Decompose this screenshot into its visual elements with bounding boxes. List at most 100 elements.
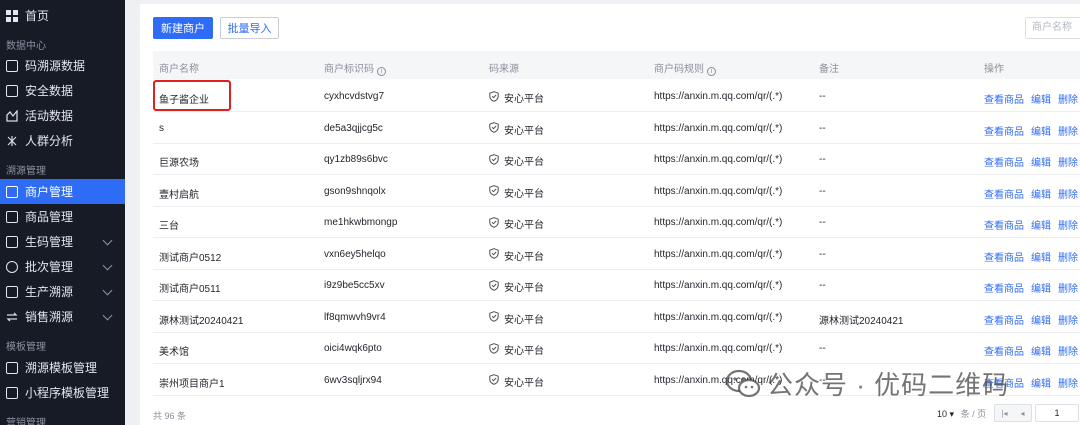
code-rule: https://anxin.m.qq.com/qr/(.*)	[654, 91, 783, 102]
table-row: 鱼子酱企业 cyxhcvdstvg7 安心平台 https://anxin.m.qq.…	[153, 81, 1080, 112]
sidebar-item-batch-management[interactable]: 批次管理	[0, 254, 125, 279]
sidebar-item-activity-data[interactable]: 活动数据	[0, 103, 125, 128]
merchant-code: oici4wqk6pto	[324, 343, 382, 354]
view-goods-link[interactable]: 查看商品	[984, 221, 1024, 232]
code-source: 安心平台	[489, 342, 544, 357]
code-source: 安心平台	[489, 311, 544, 326]
delete-link[interactable]: 删除	[1058, 253, 1078, 264]
code-source: 安心平台	[489, 153, 544, 168]
merchant-name: 三台	[159, 221, 179, 232]
batch-icon	[6, 260, 18, 273]
merchant-name-search-input[interactable]: 商户名称	[1025, 17, 1080, 39]
batch-import-button[interactable]: 批量导入	[220, 17, 279, 39]
column-label: 商户标识码	[324, 64, 374, 75]
info-icon[interactable]: i	[707, 67, 716, 76]
edit-link[interactable]: 编辑	[1031, 347, 1051, 358]
delete-link[interactable]: 删除	[1058, 379, 1078, 390]
view-goods-link[interactable]: 查看商品	[984, 190, 1024, 201]
info-icon[interactable]: i	[377, 67, 386, 76]
sidebar-item-crowd-analysis[interactable]: 人群分析	[0, 128, 125, 153]
shield-icon	[489, 216, 504, 231]
delete-link[interactable]: 删除	[1058, 190, 1078, 201]
code-source-label: 安心平台	[504, 283, 544, 294]
edit-link[interactable]: 编辑	[1031, 190, 1051, 201]
table-row: 测试商户0512 vxn6ey5helqo 安心平台 https://anxin.m.…	[153, 239, 1080, 270]
column-note: 备注	[819, 64, 839, 75]
delete-link[interactable]: 删除	[1058, 284, 1078, 295]
row-actions: 查看商品 编辑 删除	[984, 217, 1080, 232]
view-goods-link[interactable]: 查看商品	[984, 127, 1024, 138]
row-actions: 查看商品 编辑 删除	[984, 186, 1080, 201]
note: --	[819, 185, 826, 197]
sidebar-item-code-generation[interactable]: 生码管理	[0, 229, 125, 254]
shield-icon	[489, 153, 504, 168]
miniapp-icon	[6, 386, 18, 399]
scan-icon	[6, 59, 18, 72]
delete-link[interactable]: 删除	[1058, 316, 1078, 327]
code-source-label: 安心平台	[504, 377, 544, 389]
first-page-icon[interactable]: |◂	[1001, 409, 1007, 418]
merchant-name: 崇州项目商户1	[159, 378, 225, 390]
sidebar-item-label: 生码管理	[25, 235, 74, 249]
merchant-code: lf8qmwvh9vr4	[324, 311, 386, 323]
activity-icon	[6, 108, 18, 122]
merchant-code: 6wv3sqljrx94	[324, 374, 382, 386]
page-size-select[interactable]: 10 ▾ 条 / 页	[937, 407, 986, 420]
page-number-input[interactable]: 1	[1035, 404, 1079, 422]
sidebar-item-trace-template[interactable]: 溯源模板管理	[0, 355, 125, 380]
delete-link[interactable]: 删除	[1058, 127, 1078, 138]
edit-link[interactable]: 编辑	[1031, 127, 1051, 138]
sidebar-item-home[interactable]: 首页	[0, 3, 125, 28]
note: 源林测试20240421	[819, 315, 904, 327]
column-code-source: 码来源	[489, 64, 519, 75]
edit-link[interactable]: 编辑	[1031, 379, 1051, 390]
sidebar-item-goods-management[interactable]: 商品管理	[0, 204, 125, 229]
row-actions: 查看商品 编辑 删除	[984, 123, 1080, 138]
store-icon	[6, 185, 18, 198]
view-goods-link[interactable]: 查看商品	[984, 95, 1024, 106]
sidebar-item-miniapp-template[interactable]: 小程序模板管理	[0, 380, 125, 405]
code-rule: https://anxin.m.qq.com/qr/(.*)	[654, 311, 783, 323]
watermark: 公众号 · 优码二维码	[725, 365, 1009, 402]
sidebar-item-label: 批次管理	[25, 260, 74, 274]
new-merchant-button[interactable]: 新建商户	[153, 17, 213, 39]
edit-link[interactable]: 编辑	[1031, 95, 1051, 106]
delete-link[interactable]: 删除	[1058, 347, 1078, 358]
edit-link[interactable]: 编辑	[1031, 253, 1051, 264]
edit-link[interactable]: 编辑	[1031, 284, 1051, 295]
view-goods-link[interactable]: 查看商品	[984, 316, 1024, 327]
wechat-logo-icon	[725, 369, 761, 397]
delete-link[interactable]: 删除	[1058, 221, 1078, 232]
sidebar-item-merchant-management[interactable]: 商户管理	[0, 179, 125, 204]
sidebar-item-sales-trace[interactable]: 销售溯源	[0, 304, 125, 329]
row-actions: 查看商品 编辑 删除	[984, 249, 1080, 264]
sidebar-item-code-trace-data[interactable]: 码溯源数据	[0, 53, 125, 78]
view-goods-link[interactable]: 查看商品	[984, 284, 1024, 295]
sidebar-item-label: 码溯源数据	[25, 59, 86, 73]
chart-icon	[6, 84, 18, 97]
view-goods-link[interactable]: 查看商品	[984, 347, 1024, 358]
merchant-name: 源林测试20240421	[159, 315, 244, 327]
view-goods-link[interactable]: 查看商品	[984, 253, 1024, 264]
sidebar: 首页 数据中心 码溯源数据 安全数据 活动数据 人群分析 溯源管理 商户管理 商…	[0, 0, 125, 425]
edit-link[interactable]: 编辑	[1031, 316, 1051, 327]
edit-link[interactable]: 编辑	[1031, 158, 1051, 169]
delete-link[interactable]: 删除	[1058, 95, 1078, 106]
note: --	[819, 217, 826, 228]
view-goods-link[interactable]: 查看商品	[984, 158, 1024, 169]
edit-link[interactable]: 编辑	[1031, 221, 1051, 232]
delete-link[interactable]: 删除	[1058, 158, 1078, 169]
sidebar-item-security-data[interactable]: 安全数据	[0, 78, 125, 103]
code-source: 安心平台	[489, 185, 544, 200]
code-rule: https://anxin.m.qq.com/qr/(.*)	[654, 248, 783, 260]
prev-page-icon[interactable]: ◂	[1021, 409, 1025, 418]
shield-icon	[489, 342, 504, 357]
merchant-code: de5a3qjjcg5c	[324, 122, 383, 134]
sidebar-item-label: 人群分析	[25, 134, 74, 148]
page-size-unit: 条 / 页	[960, 409, 987, 419]
merchant-code: me1hkwbmongp	[324, 217, 398, 228]
crowd-icon	[6, 135, 18, 147]
sidebar-item-label: 首页	[25, 9, 50, 23]
table-row: 三台 me1hkwbmongp 安心平台 https://anxin.m.qq.com…	[153, 207, 1080, 238]
sidebar-item-production-trace[interactable]: 生产溯源	[0, 279, 125, 304]
